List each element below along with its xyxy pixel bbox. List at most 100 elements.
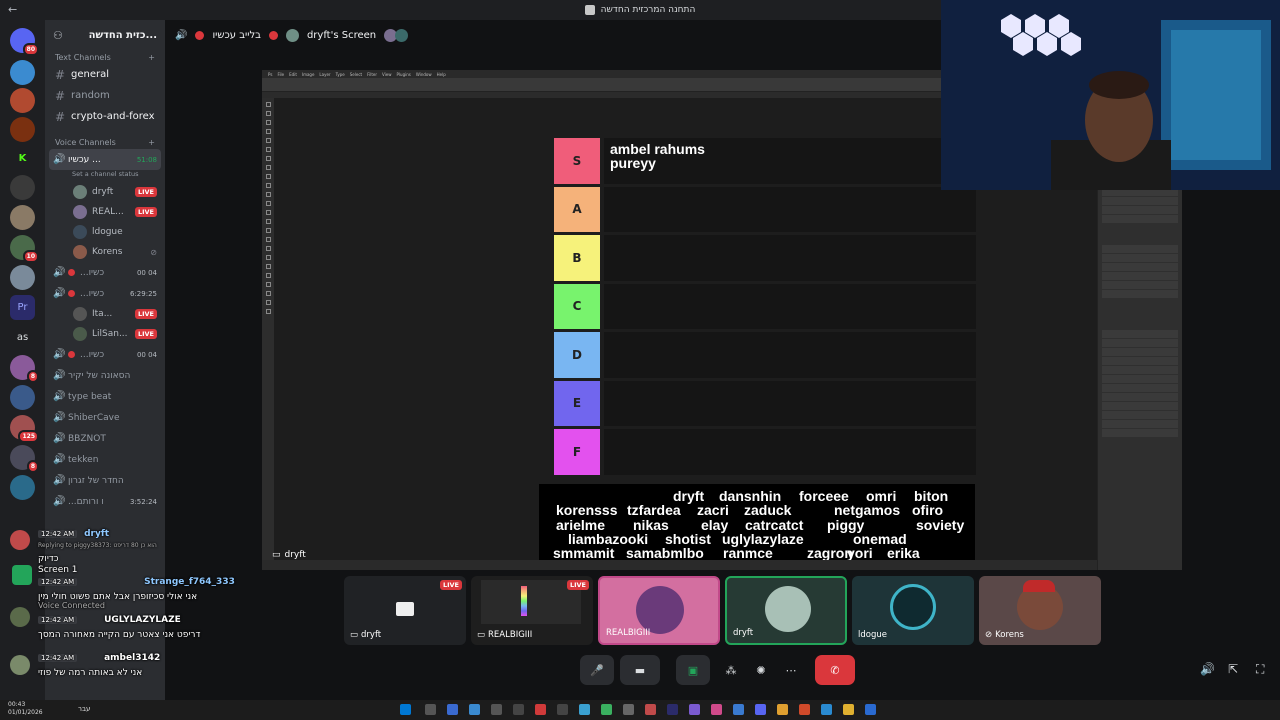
premiere-server-icon[interactable]: Pr	[10, 295, 35, 320]
voice-member[interactable]: LilSan... LIVE	[45, 324, 165, 344]
popout-icon[interactable]: ⇱	[1228, 662, 1238, 676]
add-channel-icon[interactable]: +	[148, 138, 155, 147]
camera-button[interactable]: ▬	[620, 655, 660, 685]
edge-icon[interactable]	[821, 704, 832, 715]
microphone-button[interactable]: 🎤	[580, 655, 614, 685]
soundboard-button[interactable]: ✺	[750, 655, 772, 685]
app-icon[interactable]	[623, 704, 634, 715]
voice-member[interactable]: Korens ⊘	[45, 242, 165, 262]
server-icon[interactable]	[10, 205, 35, 230]
server-icon[interactable]	[10, 385, 35, 410]
server-icon[interactable]	[10, 117, 35, 142]
app-icon[interactable]	[469, 704, 480, 715]
tier-label: S	[554, 138, 600, 184]
server-icon[interactable]: 8	[10, 355, 39, 383]
stream-title[interactable]: dryft's Screen	[307, 30, 376, 41]
voice-channel-meta: 00 04	[136, 350, 157, 359]
voice-channel[interactable]: 🔊 ...כשיו 00 04	[45, 344, 165, 365]
voice-channel[interactable]: 🔊 ...כשיו 6:29:25	[45, 283, 165, 304]
invite-icon[interactable]: ⚇	[53, 29, 63, 42]
kick-server-icon[interactable]: K	[10, 146, 35, 171]
activities-button[interactable]: ⁂	[720, 655, 742, 685]
participant-tile[interactable]: dryft	[725, 576, 847, 645]
app-icon[interactable]	[425, 704, 436, 715]
category-voice-channels[interactable]: Voice Channels +	[45, 135, 165, 149]
screen-share-button[interactable]: ▣	[676, 655, 710, 685]
premiere-icon[interactable]	[667, 704, 678, 715]
app-icon[interactable]	[733, 704, 744, 715]
tier-items	[604, 380, 976, 426]
app-icon[interactable]	[579, 704, 590, 715]
tile-name: ▭ REALBIGIII	[477, 630, 533, 640]
channel-crypto-and-forex[interactable]: # crypto-and-forex	[45, 106, 165, 127]
app-icon[interactable]	[557, 704, 568, 715]
participant-tile[interactable]: ldogue	[852, 576, 974, 645]
voice-channel-label: ...כשיו	[80, 349, 105, 360]
voice-channel[interactable]: 🔊 ShiberCave	[45, 407, 165, 428]
app-icon[interactable]	[535, 704, 546, 715]
voice-member[interactable]: ldogue	[45, 222, 165, 242]
app-icon[interactable]	[601, 704, 612, 715]
app-icon[interactable]	[711, 704, 722, 715]
server-icon[interactable]	[10, 60, 35, 85]
server-icon	[584, 5, 595, 15]
channel-random[interactable]: # random	[45, 85, 165, 106]
app-icon[interactable]	[513, 704, 524, 715]
participant-tile[interactable]: ⊘ Korens	[979, 576, 1101, 645]
server-icon[interactable]: 125	[10, 415, 39, 443]
volume-icon[interactable]: 🔊	[1200, 662, 1215, 676]
back-arrow-icon[interactable]: ←	[8, 3, 17, 16]
more-button[interactable]: ⋯	[780, 655, 802, 685]
server-icon[interactable]: 8	[10, 445, 39, 473]
server-icon[interactable]: as	[10, 325, 35, 350]
voice-member[interactable]: Ita... LIVE	[45, 304, 165, 324]
channel-general[interactable]: # general	[45, 64, 165, 85]
app-icon[interactable]	[491, 704, 502, 715]
start-icon[interactable]	[400, 704, 411, 715]
pool-name: zaduck	[744, 502, 792, 518]
participant-tile[interactable]: LIVE ▭ dryft	[344, 576, 466, 645]
server-icon[interactable]	[10, 265, 35, 290]
speaker-icon[interactable]: 🔊	[175, 30, 187, 41]
voice-channel[interactable]: 🔊 BBZNOT	[45, 428, 165, 449]
voice-channel[interactable]: 🔊 החדר של זגרון	[45, 470, 165, 491]
disconnect-button[interactable]: ✆	[815, 655, 855, 685]
member-name: Ita...	[92, 309, 113, 319]
chrome-icon[interactable]	[777, 704, 788, 715]
tier-label: A	[554, 186, 600, 232]
discord-icon[interactable]	[755, 704, 766, 715]
fullscreen-icon[interactable]: ⛶	[1256, 662, 1264, 677]
category-text-channels[interactable]: Text Channels +	[45, 50, 165, 64]
app-icon[interactable]	[689, 704, 700, 715]
voice-channel[interactable]: 🔊 הסאונה של יקיר	[45, 365, 165, 386]
folder-icon[interactable]	[843, 704, 854, 715]
voice-channel[interactable]: 🔊 type beat	[45, 386, 165, 407]
voice-channel[interactable]: 🔊 ...ו ורותם 3:52:24	[45, 491, 165, 512]
add-channel-icon[interactable]: +	[148, 53, 155, 62]
tile-name: ▭ dryft	[350, 630, 382, 640]
app-icon[interactable]	[447, 704, 458, 715]
screen-icon: ▭	[272, 550, 281, 560]
hash-icon: #	[55, 67, 66, 82]
app-icon[interactable]	[865, 704, 876, 715]
brave-icon[interactable]	[799, 704, 810, 715]
server-icon[interactable]: 10	[10, 235, 39, 263]
app-icon[interactable]	[645, 704, 656, 715]
server-icon[interactable]: 80	[10, 28, 39, 56]
voice-member[interactable]: dryft LIVE	[45, 182, 165, 202]
voice-channel[interactable]: 🔊 tekken	[45, 449, 165, 470]
server-header[interactable]: ...כזית החדשה ⚇	[45, 20, 165, 50]
server-icon[interactable]	[10, 475, 35, 500]
tier-items	[604, 283, 976, 329]
server-icon[interactable]	[10, 175, 35, 200]
language-indicator[interactable]: עבר	[78, 705, 90, 713]
voice-channel[interactable]: 🔊 ...כשיו 00 04	[45, 262, 165, 283]
participant-tile[interactable]: LIVE ▭ REALBIGIII	[471, 576, 593, 645]
participant-tile[interactable]: REALBIGIII	[598, 576, 720, 645]
voice-member[interactable]: REAL... LIVE	[45, 202, 165, 222]
channel-status[interactable]: Set a channel status	[45, 170, 165, 182]
speaker-icon: 🔊	[53, 288, 66, 299]
voice-channel-active[interactable]: 🔊 עכשיו ... 51:08	[49, 149, 161, 170]
muted-icon: ⊘	[985, 630, 993, 640]
server-icon[interactable]	[10, 88, 35, 113]
